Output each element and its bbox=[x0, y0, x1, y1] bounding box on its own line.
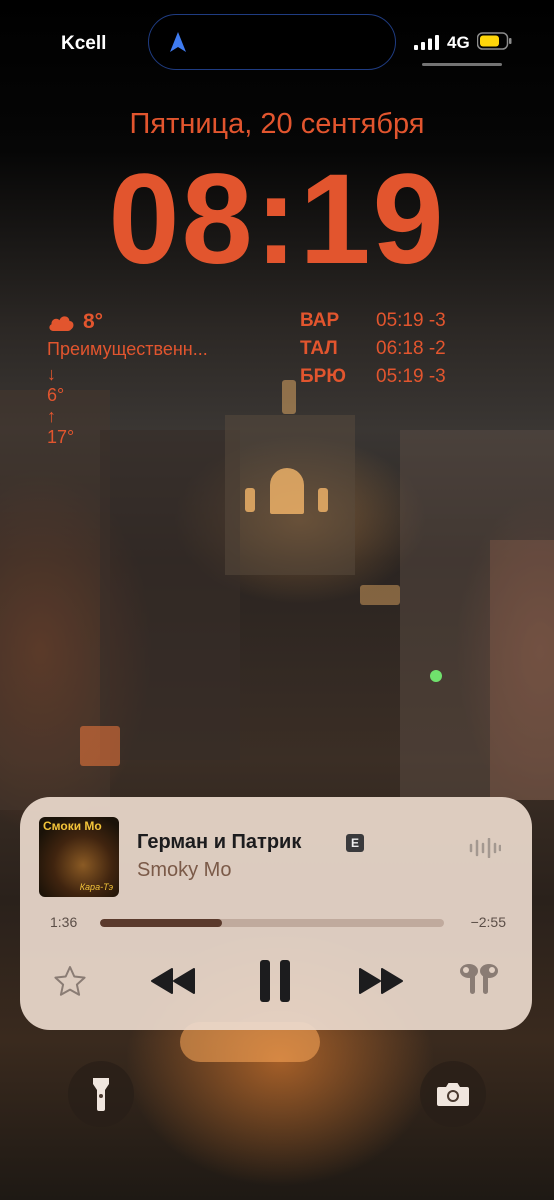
weather-high: 17° bbox=[47, 427, 75, 447]
progress-scrubber[interactable] bbox=[100, 919, 444, 927]
now-playing-card[interactable]: Смоки Мо Кара-Тэ Герман и Патрик E Smoky… bbox=[20, 797, 532, 1030]
world-clock-time: 06:18 -2 bbox=[376, 338, 446, 359]
weather-low: 6° bbox=[47, 385, 65, 405]
airpods-icon bbox=[460, 964, 498, 994]
world-clock-city: БРЮ bbox=[300, 366, 346, 387]
album-cover[interactable]: Смоки Мо Кара-Тэ bbox=[39, 817, 119, 897]
signal-bars-icon bbox=[414, 35, 439, 50]
world-clock-city: ТАЛ bbox=[300, 338, 338, 359]
song-title[interactable]: Герман и Патрик bbox=[137, 831, 301, 854]
camera-button[interactable] bbox=[420, 1061, 486, 1127]
star-icon bbox=[54, 966, 86, 996]
artist-name[interactable]: Smoky Mo bbox=[137, 859, 231, 882]
album-cover-title: Смоки Мо bbox=[43, 819, 102, 833]
fast-forward-icon bbox=[359, 968, 403, 994]
remaining-time: −2:55 bbox=[470, 914, 506, 930]
rewind-icon bbox=[151, 968, 195, 994]
favorite-button[interactable] bbox=[50, 963, 90, 999]
weather-range: ↓ 6° ↑ 17° bbox=[47, 364, 74, 448]
lock-screen: Kcell 4G Пятница, 20 сентября 08:19 8° П… bbox=[0, 0, 554, 1200]
status-bar: Kcell 4G bbox=[0, 0, 554, 90]
battery-icon bbox=[477, 32, 512, 50]
lock-date: Пятница, 20 сентября bbox=[129, 108, 425, 140]
waveform-icon bbox=[469, 838, 501, 858]
network-type: 4G bbox=[447, 33, 470, 52]
world-clock-time: 05:19 -3 bbox=[376, 310, 446, 331]
control-center-indicator[interactable] bbox=[422, 63, 502, 66]
world-clock-city: ВАР bbox=[300, 310, 340, 331]
fast-forward-button[interactable] bbox=[353, 963, 409, 999]
cloud-icon bbox=[49, 316, 74, 331]
arrow-up-icon: ↑ bbox=[47, 406, 56, 426]
carrier-name: Kcell bbox=[61, 33, 107, 54]
album-cover-subtitle: Кара-Тэ bbox=[79, 882, 113, 892]
weather-condition: Преимущественн... bbox=[47, 339, 208, 359]
airplay-output-button[interactable] bbox=[453, 959, 505, 999]
weather-temp-row: 8° bbox=[47, 310, 103, 334]
pause-button[interactable] bbox=[253, 957, 297, 1005]
flashlight-icon bbox=[93, 1078, 109, 1111]
camera-icon bbox=[437, 1083, 469, 1106]
elapsed-time: 1:36 bbox=[50, 914, 78, 930]
weather-temperature: 8° bbox=[83, 310, 104, 333]
progress-fill bbox=[100, 919, 223, 927]
world-clock-time: 05:19 -3 bbox=[376, 366, 446, 387]
rewind-button[interactable] bbox=[145, 963, 201, 999]
explicit-badge: E bbox=[346, 834, 364, 852]
location-arrow-icon bbox=[170, 32, 186, 52]
dynamic-island[interactable] bbox=[148, 14, 396, 70]
arrow-down-icon: ↓ bbox=[47, 364, 56, 384]
pause-icon bbox=[260, 960, 290, 1002]
lock-time: 08:19 bbox=[108, 148, 446, 291]
flashlight-button[interactable] bbox=[68, 1061, 134, 1127]
